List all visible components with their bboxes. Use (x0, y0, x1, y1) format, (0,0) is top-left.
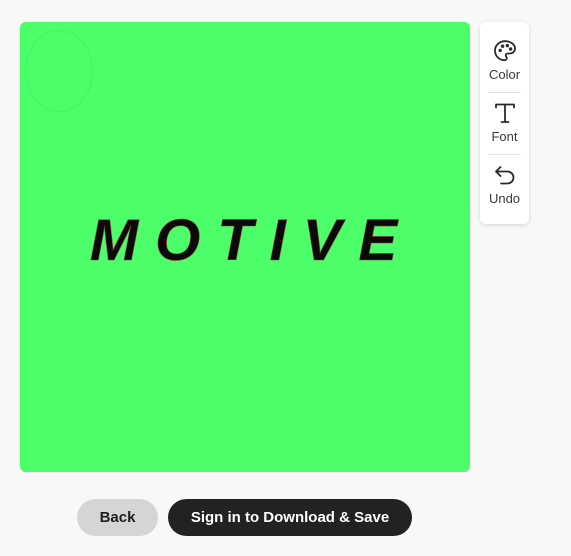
text-type-icon (494, 103, 515, 123)
back-button[interactable]: Back (77, 499, 158, 536)
logo-text[interactable]: MOTIVE (20, 211, 470, 270)
color-tool-label: Color (488, 67, 521, 82)
undo-tool-label: Undo (488, 191, 521, 206)
font-tool-button[interactable]: Font (480, 94, 529, 156)
undo-arrow-icon (494, 166, 514, 185)
palette-icon (493, 40, 516, 62)
tool-divider (488, 92, 521, 93)
font-tool-label: Font (491, 129, 518, 144)
sign-in-download-save-button[interactable]: Sign in to Download & Save (168, 499, 412, 536)
edit-tools-panel: Color Font Undo (480, 22, 529, 224)
undo-tool-button[interactable]: Undo (480, 156, 529, 218)
canvas-selection-circle (25, 30, 93, 112)
color-tool-button[interactable]: Color (480, 32, 529, 94)
logo-canvas: MOTIVE (20, 22, 470, 472)
tool-divider (488, 154, 521, 155)
